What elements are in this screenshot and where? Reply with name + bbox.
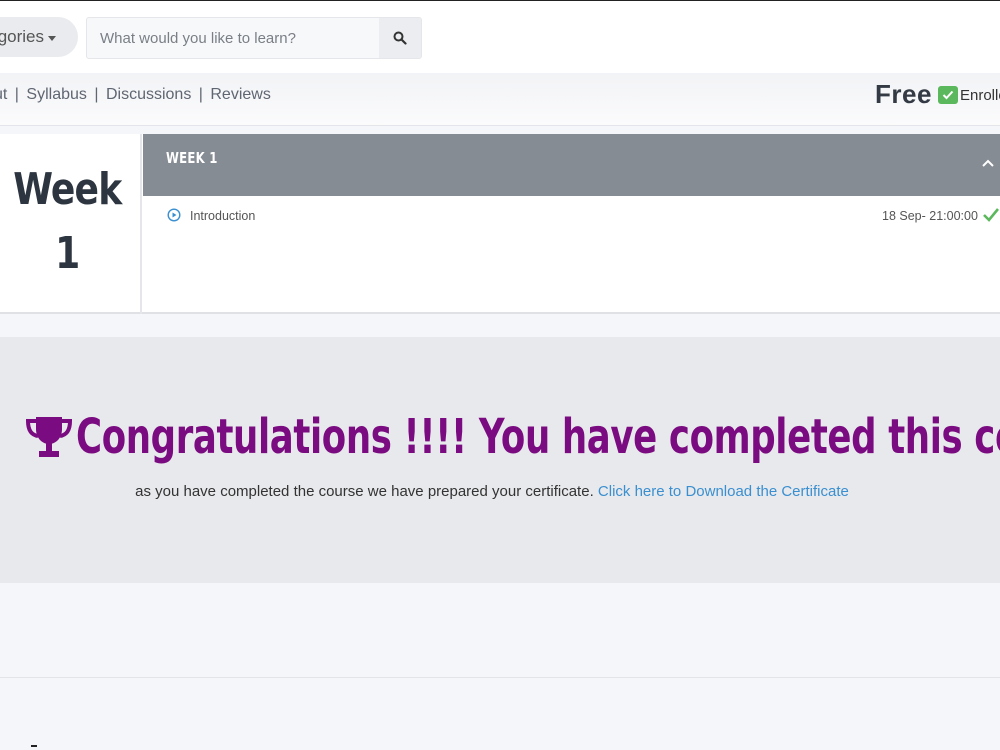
enrolled-status: Enrolle	[938, 86, 1000, 104]
divider	[0, 677, 1000, 678]
caret-down-icon	[48, 35, 56, 41]
course-tabs: ut | Syllabus | Discussions | Reviews	[0, 86, 271, 104]
completion-heading: Congratulations !!!! You have completed …	[24, 407, 1000, 467]
trophy-icon	[25, 417, 73, 457]
search-icon	[393, 31, 407, 45]
tab-separator: |	[94, 86, 99, 103]
completion-title: Congratulations !!!! You have completed …	[76, 409, 1000, 465]
check-badge-icon	[938, 86, 958, 104]
search-bar	[86, 17, 422, 59]
tab-reviews[interactable]: Reviews	[210, 86, 270, 103]
categories-label: gories	[0, 27, 44, 46]
top-header: gories	[0, 0, 1000, 73]
search-input[interactable]	[87, 18, 379, 58]
week-card: Week 1 WEEK 1 Introduction 18 Sep- 21:00…	[0, 134, 1000, 314]
tab-syllabus[interactable]: Syllabus	[26, 86, 86, 103]
course-nav-bar: ut | Syllabus | Discussions | Reviews	[0, 73, 1000, 126]
download-certificate-link[interactable]: Click here to Download the Certificate	[598, 483, 849, 500]
categories-dropdown[interactable]: gories	[0, 17, 78, 57]
tab-discussions[interactable]: Discussions	[106, 86, 191, 103]
checkmark-icon	[983, 208, 1000, 222]
course-price: Free	[875, 79, 932, 109]
play-circle-icon	[167, 208, 181, 222]
tab-separator: |	[198, 86, 203, 103]
tab-separator: |	[14, 86, 19, 103]
completion-banner: Congratulations !!!! You have completed …	[0, 337, 1000, 583]
certificate-message: as you have completed the course we have…	[135, 483, 594, 500]
lesson-date: 18 Sep- 21:00:00	[882, 209, 978, 223]
week-side-title: Week	[13, 164, 122, 215]
chevron-up-icon[interactable]	[981, 158, 995, 168]
search-button[interactable]	[379, 18, 421, 58]
tab-about[interactable]: ut	[0, 86, 7, 103]
enrolled-label: Enrolle	[960, 86, 1000, 104]
page: gories ut | Syllabus | Discussions | Rev…	[0, 0, 1000, 750]
week-header-title: WEEK 1	[166, 149, 218, 167]
lesson-row[interactable]: Introduction 18 Sep- 21:00:00	[143, 206, 1000, 228]
lesson-title[interactable]: Introduction	[190, 209, 255, 223]
completion-subtext: as you have completed the course we have…	[0, 483, 984, 500]
week-sidebar: Week 1	[0, 134, 142, 314]
divider	[31, 745, 37, 747]
week-accordion-header[interactable]: WEEK 1	[143, 134, 1000, 196]
week-side-number: 1	[55, 228, 80, 279]
